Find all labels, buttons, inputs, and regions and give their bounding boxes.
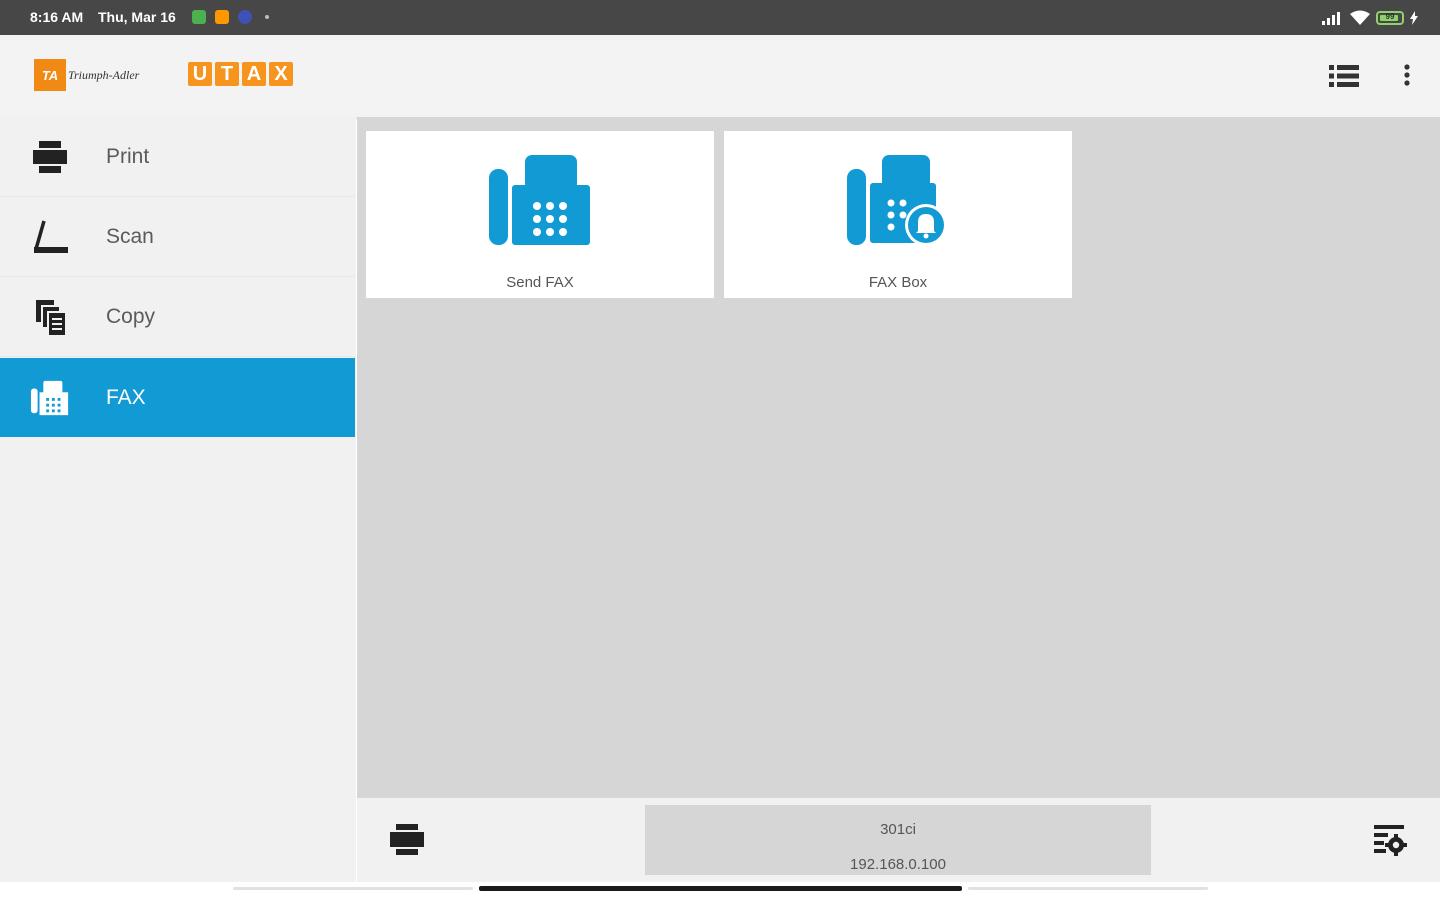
status-time: 8:16 AM	[30, 9, 84, 25]
list-view-icon	[1329, 65, 1359, 87]
notification-app-icon	[192, 10, 206, 24]
selected-device-panel[interactable]: 301ci 192.168.0.100	[645, 805, 1151, 875]
sidebar-item-label: Print	[106, 144, 150, 168]
battery-icon: 99	[1376, 11, 1404, 25]
fax-machine-icon	[366, 151, 714, 251]
sidebar-item-label: Copy	[106, 304, 156, 328]
select-printer-button[interactable]	[387, 820, 427, 860]
tile-label: FAX Box	[868, 274, 928, 291]
battery-percent: 99	[1385, 12, 1395, 21]
sidebar-item-scan[interactable]: Scan	[0, 197, 355, 277]
gesture-home-handle[interactable]	[479, 886, 962, 891]
notification-app-icon	[215, 10, 229, 24]
fax-box-bell-icon	[724, 151, 1072, 251]
main-content: Send FAX FAX Box	[357, 117, 1440, 798]
overflow-menu-button[interactable]	[1396, 60, 1418, 92]
utax-logo: U T A X	[188, 62, 293, 86]
status-date: Thu, Mar 16	[98, 9, 176, 25]
utax-letter: T	[215, 62, 239, 86]
utax-letter: U	[188, 62, 212, 86]
wifi-icon	[1350, 10, 1370, 25]
printer-icon	[390, 824, 424, 855]
fax-icon	[30, 378, 70, 418]
app-bar: TA Triumph-Adler U T A X	[0, 35, 1440, 117]
list-view-button[interactable]	[1326, 60, 1362, 92]
gesture-navigation-bar	[0, 882, 1440, 900]
send-fax-tile[interactable]: Send FAX	[366, 131, 714, 298]
status-bar: 8:16 AM Thu, Mar 16 99	[0, 0, 1440, 35]
sidebar-item-label: Scan	[106, 224, 154, 248]
list-settings-icon	[1374, 825, 1407, 856]
sidebar-item-copy[interactable]: Copy	[0, 277, 355, 357]
tile-label: Send FAX	[506, 274, 574, 291]
fax-box-tile[interactable]: FAX Box	[724, 131, 1072, 298]
device-ip: 192.168.0.100	[850, 856, 946, 873]
device-settings-button[interactable]	[1369, 822, 1409, 858]
printer-icon	[30, 137, 70, 177]
notification-app-icon	[238, 10, 252, 24]
more-notifications-dot	[265, 15, 269, 19]
utax-letter: A	[242, 62, 266, 86]
signal-icon	[1322, 12, 1340, 25]
copy-icon	[30, 297, 70, 337]
sidebar-item-label: FAX	[106, 385, 146, 409]
device-name: 301ci	[880, 821, 916, 838]
gesture-segment	[233, 887, 473, 890]
status-icons: 99	[1322, 8, 1418, 28]
more-vert-icon	[1404, 64, 1410, 86]
sidebar-item-print[interactable]: Print	[0, 117, 355, 197]
gesture-segment	[968, 887, 1208, 890]
utax-letter: X	[269, 62, 293, 86]
sidebar-item-fax[interactable]: FAX	[0, 358, 355, 437]
charging-icon	[1410, 11, 1418, 25]
triumph-adler-logo: TA Triumph-Adler	[34, 59, 139, 91]
bottom-bar: 301ci 192.168.0.100	[357, 798, 1440, 882]
triumph-adler-wordmark: Triumph-Adler	[68, 67, 140, 82]
scanner-icon	[30, 217, 70, 257]
sidebar: Print Scan Copy FAX	[0, 117, 356, 882]
triumph-adler-mark: TA	[34, 59, 66, 91]
